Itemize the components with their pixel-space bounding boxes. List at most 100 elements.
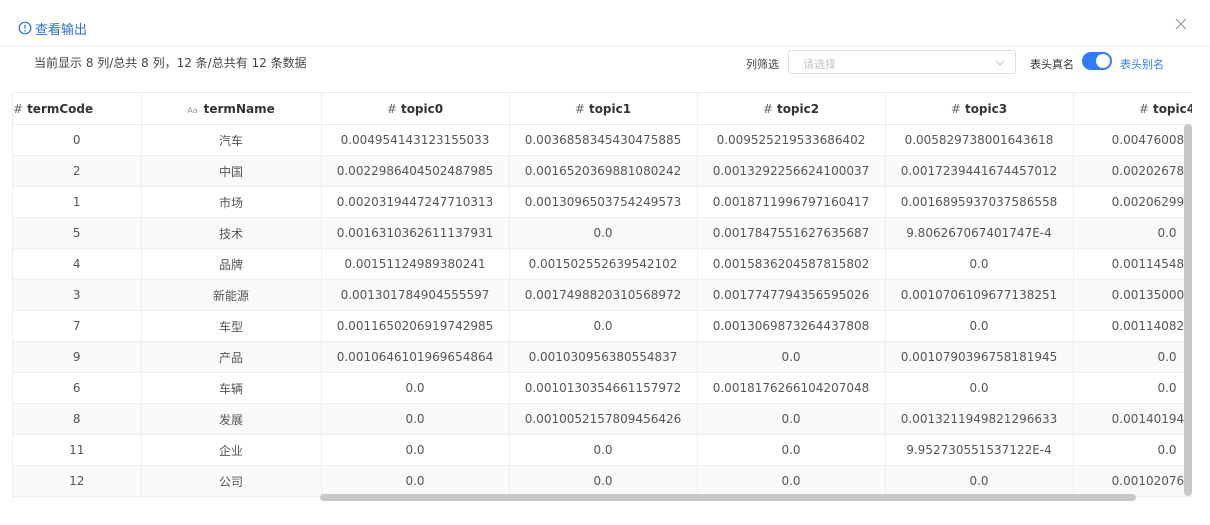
table-row[interactable]: 3 新能源 0.001301784904555597 0.00174988203105…: [13, 279, 1192, 311]
column-header-label: topic3: [964, 101, 1008, 116]
table-cell: 0.0013292256624100037: [697, 155, 886, 187]
table-cell: 0.0018176266104207048: [697, 372, 886, 404]
table-cell: 0.009525219533686402: [697, 124, 886, 156]
table-row[interactable]: 1 市场 0.0020319447247710313 0.00130965037542…: [13, 186, 1192, 218]
table-cell: 0.0036858345430475885: [509, 124, 698, 156]
data-table: # termCode Aa termName # topic0 # topic1 # topic2…: [13, 92, 1192, 497]
table-row[interactable]: 9 产品 0.0010646101969654864 0.00103095638055…: [13, 341, 1192, 373]
table-cell: 0.0011650206919742985: [321, 310, 510, 342]
output-dialog: 查看输出 当前显示 8 列/总共 8 列，12 条/总共有 12 条数据 列筛选…: [0, 0, 1210, 525]
column-header-6[interactable]: # topic4: [1073, 92, 1192, 125]
table-cell: 0.0: [697, 434, 886, 466]
column-header-3[interactable]: # topic1: [509, 92, 698, 125]
table-cell: 0.0016520369881080242: [509, 155, 698, 187]
table-cell: 0.0011454887600: [1073, 248, 1192, 280]
table-cell: 0.0011408216280: [1073, 310, 1192, 342]
table-cell: 0.0020319447247710313: [321, 186, 510, 218]
table-cell: 0.001502552639542102: [509, 248, 698, 280]
table-cell: 0.0: [885, 465, 1074, 497]
table-cell: 0.0: [321, 434, 510, 466]
dialog-title: 查看输出: [18, 18, 87, 38]
column-header-5[interactable]: # topic3: [885, 92, 1074, 125]
table-row[interactable]: 2 中国 0.0022986404502487985 0.00165203698810…: [13, 155, 1192, 187]
column-header-1[interactable]: Aa termName: [141, 92, 322, 125]
table-cell: 0.00151124989380241: [321, 248, 510, 280]
toolbar: 当前显示 8 列/总共 8 列，12 条/总共有 12 条数据 列筛选 请选择 …: [0, 46, 1210, 80]
numeric-type-icon: #: [386, 101, 397, 116]
table-cell: 品牌: [141, 248, 322, 280]
table-row[interactable]: 6 车辆 0.0 0.0010130354661157972 0.00181762661…: [13, 372, 1192, 404]
table-cell: 0.0017498820310568972: [509, 279, 698, 311]
column-header-label: topic2: [776, 101, 820, 116]
column-header-4[interactable]: # topic2: [697, 92, 886, 125]
numeric-type-icon: #: [950, 101, 961, 116]
column-header-label: topic4: [1152, 101, 1192, 116]
table-row[interactable]: 5 技术 0.0016310362611137931 0.0 0.00178475516…: [13, 217, 1192, 249]
table-row[interactable]: 4 品牌 0.00151124989380241 0.0015025526395421…: [13, 248, 1192, 280]
info-circle-icon: [18, 21, 32, 35]
table-cell: 0.0: [321, 372, 510, 404]
table-cell: 技术: [141, 217, 322, 249]
table-cell: 4: [13, 248, 142, 280]
table-cell: 7: [13, 310, 142, 342]
table-cell: 发展: [141, 403, 322, 435]
table-cell: 0.0020629902970: [1073, 186, 1192, 218]
table-cell: 0.0015836204587815802: [697, 248, 886, 280]
table-cell: 0.0010052157809456426: [509, 403, 698, 435]
table-cell: 0: [13, 124, 142, 156]
numeric-type-icon: #: [1138, 101, 1149, 116]
table-cell: 9.952730551537122E-4: [885, 434, 1074, 466]
table-cell: 0.0: [697, 465, 886, 497]
table-cell: 0.0010790396758181945: [885, 341, 1074, 373]
table-row[interactable]: 7 车型 0.0011650206919742985 0.0 0.00130698732…: [13, 310, 1192, 342]
table-cell: 0.0: [321, 403, 510, 435]
column-filter-label: 列筛选: [746, 58, 779, 71]
horizontal-scrollbar[interactable]: [320, 494, 1136, 501]
numeric-type-icon: #: [574, 101, 585, 116]
header-alias-toggle[interactable]: [1082, 52, 1112, 70]
table-cell: 0.0014019410500: [1073, 403, 1192, 435]
table-cell: 0.0: [697, 403, 886, 435]
table-cell: 0.0: [1073, 217, 1192, 249]
table-cell: 0.0013069873264437808: [697, 310, 886, 342]
column-header-label: termCode: [27, 101, 94, 116]
table-cell: 0.0020267860280: [1073, 155, 1192, 187]
column-header-2[interactable]: # topic0: [321, 92, 510, 125]
column-filter-placeholder: 请选择: [803, 58, 836, 71]
data-summary: 当前显示 8 列/总共 8 列，12 条/总共有 12 条数据: [34, 56, 307, 70]
table-row[interactable]: 0 汽车 0.004954143123155033 0.003685834543047…: [13, 124, 1192, 156]
table-cell: 0.0: [885, 310, 1074, 342]
table-cell: 0.0010207691120: [1073, 465, 1192, 497]
table-cell: 产品: [141, 341, 322, 373]
dialog-title-text: 查看输出: [35, 22, 88, 38]
table-cell: 0.0: [885, 372, 1074, 404]
column-filter-select[interactable]: 请选择: [788, 50, 1016, 74]
table-header-row: # termCode Aa termName # topic0 # topic1 # topic2…: [13, 92, 1192, 125]
table-cell: 0.0010130354661157972: [509, 372, 698, 404]
header-real-name-label: 表头真名: [1030, 58, 1074, 71]
numeric-type-icon: #: [13, 101, 24, 116]
table-cell: 0.0: [1073, 372, 1192, 404]
table-cell: 9: [13, 341, 142, 373]
table-cell: 0.001301784904555597: [321, 279, 510, 311]
table-cell: 市场: [141, 186, 322, 218]
column-header-0[interactable]: # termCode: [13, 92, 142, 125]
column-header-label: topic0: [400, 101, 444, 116]
table-cell: 0.0018711996797160417: [697, 186, 886, 218]
table-row[interactable]: 12公司0.00.00.00.00.0010207691120: [13, 465, 1192, 497]
table-cell: 0.0: [509, 310, 698, 342]
close-icon[interactable]: [1174, 17, 1188, 31]
table-row[interactable]: 11 企业 0.0 0.0 0.0 9.952730551537122E-4 0.0: [13, 434, 1192, 466]
table-cell: 0.0: [509, 217, 698, 249]
column-header-label: termName: [203, 101, 275, 116]
table-cell: 0.0017747794356595026: [697, 279, 886, 311]
table-cell: 0.0: [885, 248, 1074, 280]
vertical-scrollbar[interactable]: [1184, 124, 1192, 496]
table-cell: 中国: [141, 155, 322, 187]
table-row[interactable]: 8 发展 0.0 0.0010052157809456426 0.0 0.00132119…: [13, 403, 1192, 435]
table-cell: 公司: [141, 465, 322, 497]
table-cell: 0.0: [1073, 434, 1192, 466]
table-cell: 0.0017847551627635687: [697, 217, 886, 249]
table-cell: 0.0010706109677138251: [885, 279, 1074, 311]
table-cell: 11: [13, 434, 142, 466]
